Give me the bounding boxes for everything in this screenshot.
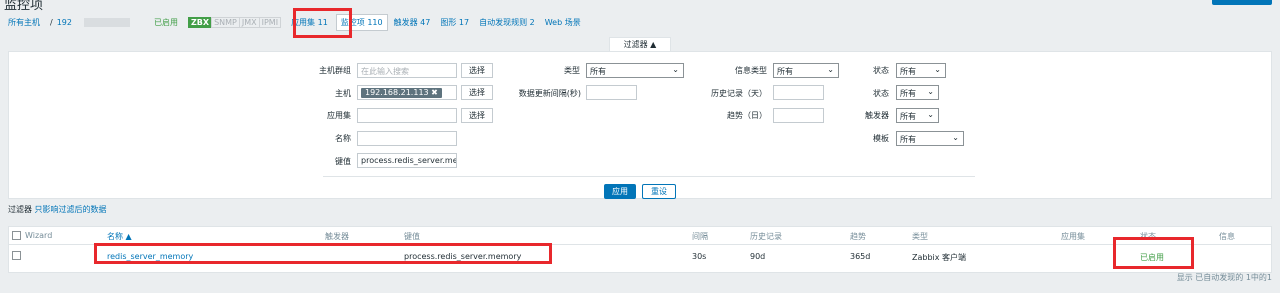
item-status-enabled[interactable]: 已启用 xyxy=(1140,252,1164,263)
header-applications: 应用集 xyxy=(1061,232,1085,241)
key-input[interactable]: process.redis_server.mem xyxy=(357,153,457,168)
header-triggers: 触发器 xyxy=(325,232,349,241)
trends-input[interactable] xyxy=(773,108,824,123)
filter-divider xyxy=(323,176,975,177)
nav-all-hosts[interactable]: 所有主机 xyxy=(8,17,40,28)
host-status-enabled[interactable]: 已启用 xyxy=(154,17,178,28)
select-all-checkbox[interactable] xyxy=(12,231,21,240)
template-label: 模板 xyxy=(873,134,889,143)
application-select-button[interactable]: 选择 xyxy=(461,108,493,123)
host-select-button[interactable]: 选择 xyxy=(461,85,493,100)
chevron-down-icon: ⌄ xyxy=(927,110,934,119)
host-label: 主机 xyxy=(335,89,351,98)
item-trends: 365d xyxy=(850,252,871,261)
create-item-button[interactable] xyxy=(1212,0,1272,5)
header-divider xyxy=(9,244,1271,245)
application-label: 应用集 xyxy=(327,111,351,120)
item-key: process.redis_server.memory xyxy=(404,252,522,261)
state-select-value: 所有 xyxy=(900,67,916,76)
header-type[interactable]: 类型 xyxy=(912,231,928,242)
filter-note: 过滤器 只影响过滤后的数据 xyxy=(8,204,107,215)
status-select[interactable]: 所有 ⌄ xyxy=(896,85,939,100)
trends-label: 趋势（日） xyxy=(727,111,767,120)
key-label: 键值 xyxy=(335,157,351,166)
template-select-value: 所有 xyxy=(900,135,916,144)
state-label: 状态 xyxy=(873,66,889,75)
reset-filter-button[interactable]: 重设 xyxy=(642,184,676,199)
name-label: 名称 xyxy=(335,134,351,143)
info-type-label: 信息类型 xyxy=(735,66,767,75)
type-label: 类型 xyxy=(564,66,580,75)
header-trends[interactable]: 趋势 xyxy=(850,231,866,242)
template-select[interactable]: 所有 ⌄ xyxy=(896,131,964,146)
items-table: Wizard 名称 ▲ 触发器 键值 间隔 历史记录 趋势 类型 应用集 状态 … xyxy=(8,226,1272,273)
status-select-value: 所有 xyxy=(900,89,916,98)
ipmi-availability-badge: IPMI xyxy=(258,16,282,28)
item-interval: 30s xyxy=(692,252,707,261)
filter-tab[interactable]: 过滤器 ▲ xyxy=(609,37,671,52)
header-history[interactable]: 历史记录 xyxy=(750,231,782,242)
application-input[interactable] xyxy=(357,108,457,123)
chevron-down-icon: ⌄ xyxy=(672,65,679,74)
header-info: 信息 xyxy=(1219,232,1235,241)
nav-web-scenarios[interactable]: Web 场景 xyxy=(545,17,581,28)
update-interval-label: 数据更新间隔(秒) xyxy=(518,89,581,98)
host-group-label: 主机群组 xyxy=(319,66,351,75)
update-interval-input[interactable] xyxy=(586,85,637,100)
nav-graphs[interactable]: 图形 17 xyxy=(440,17,469,28)
host-ip-prefix: 192 xyxy=(56,17,72,27)
header-wizard: Wizard xyxy=(25,231,53,240)
header-interval[interactable]: 间隔 xyxy=(692,231,708,242)
triggers-filter-label: 触发器 xyxy=(865,111,889,120)
triggers-filter-select-value: 所有 xyxy=(900,112,916,121)
chevron-down-icon: ⌄ xyxy=(952,133,959,142)
item-name-link[interactable]: redis_server_memory xyxy=(107,252,193,261)
type-select-value: 所有 xyxy=(590,67,606,76)
status-label: 状态 xyxy=(873,89,889,98)
host-input[interactable]: 192.168.21.113 ✖ xyxy=(357,85,457,100)
host-group-select-button[interactable]: 选择 xyxy=(461,63,493,78)
item-type: Zabbix 客户端 xyxy=(912,253,967,262)
host-group-input[interactable]: 在此输入搜索 xyxy=(357,63,457,78)
item-history: 90d xyxy=(750,252,766,261)
filter-note-text: 只影响过滤后的数据 xyxy=(34,205,107,214)
host-navigation: 所有主机 / 192 已启用 ZBX SNMP JMX IPMI 应用集 11 … xyxy=(8,13,591,31)
history-input[interactable] xyxy=(773,85,824,100)
header-name[interactable]: 名称 ▲ xyxy=(107,231,132,242)
state-select[interactable]: 所有 ⌄ xyxy=(896,63,946,78)
info-type-select-value: 所有 xyxy=(777,67,793,76)
nav-triggers[interactable]: 触发器 47 xyxy=(394,17,431,28)
nav-items[interactable]: 监控项 110 xyxy=(335,13,388,31)
filter-note-prefix: 过滤器 xyxy=(8,205,32,214)
filter-panel: 主机群组 在此输入搜索 选择 主机 192.168.21.113 ✖ 选择 应用… xyxy=(8,51,1272,199)
zbx-availability-badge: ZBX xyxy=(187,16,213,28)
type-select[interactable]: 所有 ⌄ xyxy=(586,63,684,78)
header-key[interactable]: 键值 xyxy=(404,231,420,242)
name-input[interactable] xyxy=(357,131,457,146)
row-checkbox[interactable] xyxy=(12,251,21,260)
nav-applications[interactable]: 应用集 11 xyxy=(291,17,328,28)
breadcrumb-separator: / xyxy=(50,17,53,27)
triggers-filter-select[interactable]: 所有 ⌄ xyxy=(896,108,939,123)
jmx-availability-badge: JMX xyxy=(238,16,260,28)
page-title: 监控项 xyxy=(4,0,44,13)
apply-filter-button[interactable]: 应用 xyxy=(604,184,636,199)
snmp-availability-badge: SNMP xyxy=(211,16,240,28)
chevron-down-icon: ⌄ xyxy=(927,87,934,96)
header-status[interactable]: 状态 xyxy=(1140,231,1156,242)
chevron-down-icon: ⌄ xyxy=(934,65,941,74)
history-label: 历史记录（天） xyxy=(711,89,767,98)
nav-discovery-rules[interactable]: 自动发现规则 2 xyxy=(479,17,535,28)
table-footer: 显示 已自动发现的 1中的1 xyxy=(1176,273,1272,282)
host-chip[interactable]: 192.168.21.113 ✖ xyxy=(361,88,442,98)
host-ip-redacted xyxy=(83,17,130,27)
nav-host[interactable]: 192 xyxy=(56,17,140,27)
